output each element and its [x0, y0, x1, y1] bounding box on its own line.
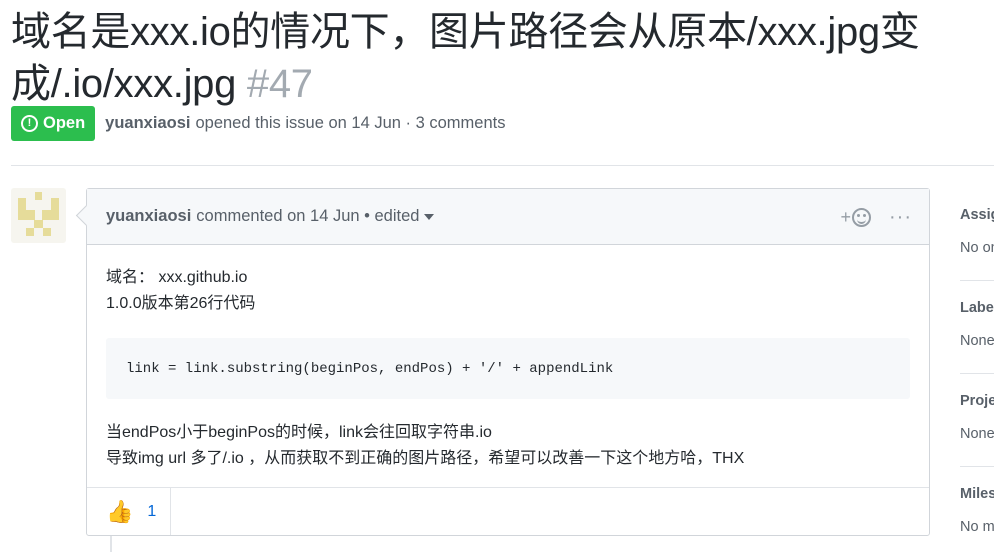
issue-meta-text: opened this issue on 14 Jun · 3 comments: [195, 113, 506, 132]
sidebar-item-projects[interactable]: Projects None: [960, 374, 994, 467]
comment-line-cause: 当endPos小于beginPos的时候，link会往回取字符串.io: [106, 424, 492, 441]
sidebar-heading: Assignees: [960, 207, 994, 223]
reactions-bar: 👍 1: [87, 487, 929, 535]
timeline-line: [110, 536, 112, 552]
sidebar-heading: Labels: [960, 300, 994, 316]
issue-title-text: 域名是xxx.io的情况下，图片路径会从原本/xxx.jpg变成/.io/xxx…: [11, 10, 920, 106]
comment-body: 域名： xxx.github.io 1.0.0版本第26行代码 link = l…: [87, 245, 929, 488]
kebab-horizontal-icon[interactable]: ···: [889, 207, 912, 227]
reaction-thumbs-up-button[interactable]: 👍 1: [87, 488, 171, 535]
smiley-icon: [852, 207, 872, 227]
sidebar-value: None: [960, 426, 994, 442]
reaction-count: 1: [147, 502, 157, 520]
sidebar-heading: Milestone: [960, 486, 994, 502]
issue-meta: ! Open yuanxiaosi opened this issue on 1…: [11, 105, 506, 141]
sidebar: Assignees No one Labels None Projects No…: [960, 188, 994, 552]
sidebar-value: No milestone: [960, 519, 994, 535]
comment-header: yuanxiaosi commented on 14 Jun • edited …: [87, 189, 929, 245]
sidebar-value: No one: [960, 240, 994, 256]
comment-box: yuanxiaosi commented on 14 Jun • edited …: [86, 188, 930, 536]
sidebar-item-assignees[interactable]: Assignees No one: [960, 188, 994, 281]
sidebar-item-labels[interactable]: Labels None: [960, 281, 994, 374]
comment-author-link[interactable]: yuanxiaosi: [106, 207, 191, 226]
comment-meta-text: commented on 14 Jun • edited: [196, 207, 420, 225]
comment-actions: + ···: [841, 189, 913, 245]
issue-title: 域名是xxx.io的情况下，图片路径会从原本/xxx.jpg变成/.io/xxx…: [11, 6, 986, 110]
code-block: link = link.substring(beginPos, endPos) …: [106, 338, 910, 399]
plus-icon: +: [840, 206, 852, 227]
issue-author-link[interactable]: yuanxiaosi: [105, 114, 190, 133]
state-label: Open: [43, 113, 86, 132]
comment-line-domain: 域名： xxx.github.io: [106, 269, 248, 286]
chevron-down-icon[interactable]: [424, 213, 435, 220]
add-reaction-button[interactable]: +: [841, 207, 872, 228]
sidebar-value: None: [960, 333, 994, 349]
issue-number: #47: [246, 62, 313, 106]
code-text: link = link.substring(beginPos, endPos) …: [126, 360, 614, 377]
thumbs-up-icon: 👍: [106, 498, 134, 524]
comment-line-version: 1.0.0版本第26行代码: [106, 295, 256, 312]
state-badge: ! Open: [11, 105, 96, 141]
avatar[interactable]: [11, 188, 66, 243]
sidebar-item-milestone[interactable]: Milestone No milestone: [960, 467, 994, 552]
comment-line-result: 导致img url 多了/.io ，从而获取不到正确的图片路径，希望可以改善一下…: [106, 450, 745, 467]
sidebar-heading: Projects: [960, 393, 994, 409]
header-divider: [11, 165, 994, 166]
issue-opened-icon: !: [21, 114, 38, 132]
